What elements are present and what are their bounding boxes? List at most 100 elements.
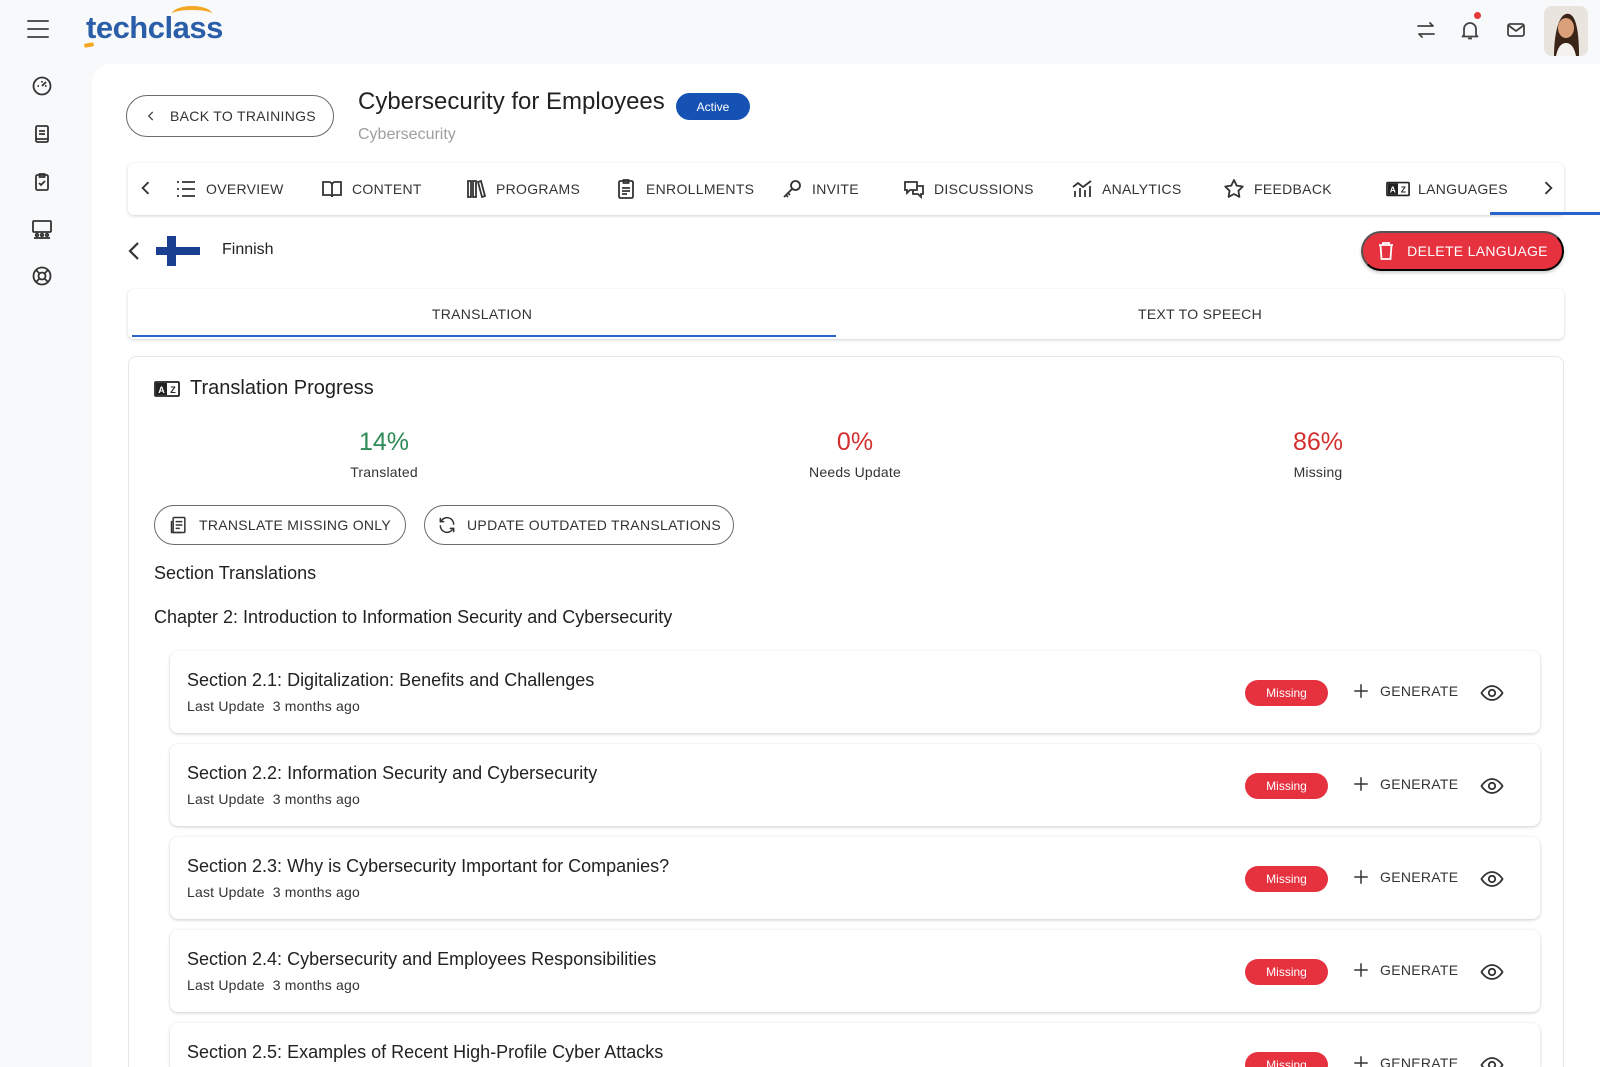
- section-title: Section 2.1: Digitalization: Benefits an…: [187, 670, 595, 690]
- update-outdated-translations-button[interactable]: UPDATE OUTDATED TRANSLATIONS: [424, 505, 734, 545]
- tabs-scroll-right-icon[interactable]: [1538, 178, 1558, 198]
- status-badge: Missing: [1245, 773, 1328, 799]
- logo[interactable]: techclass: [83, 6, 223, 48]
- delete-language-button[interactable]: DELETE LANGUAGE: [1361, 231, 1564, 271]
- tab-text-to-speech[interactable]: TEXT TO SPEECH: [846, 289, 1554, 339]
- generate-button[interactable]: GENERATE: [1352, 677, 1458, 705]
- section-row: Section 2.5: Examples of Recent High-Pro…: [170, 1023, 1540, 1067]
- page-subtitle: Cybersecurity: [358, 126, 456, 143]
- user-avatar-image: [1544, 6, 1588, 56]
- last-update-label: Last Update: [187, 977, 265, 993]
- tab-feedback[interactable]: FEEDBACK: [1222, 163, 1332, 215]
- page-title: Cybersecurity for Employees: [358, 88, 665, 115]
- last-update-value: 3 months ago: [272, 884, 360, 900]
- plus-icon: [1354, 777, 1368, 791]
- generate-button[interactable]: GENERATE: [1352, 956, 1458, 984]
- svg-text:Z: Z: [170, 385, 176, 395]
- notification-dot: [1474, 12, 1481, 19]
- avatar[interactable]: [1544, 6, 1588, 56]
- top-bar: techclass: [0, 0, 1600, 62]
- training-tabs: OVERVIEW CONTENT PROGRAMS ENROLLMENTS IN…: [128, 163, 1600, 215]
- stat-needs-update: 0% Needs Update: [755, 428, 955, 480]
- section-title: Section 2.2: Information Security and Cy…: [187, 763, 598, 783]
- svg-text:A: A: [158, 385, 165, 395]
- back-label: BACK TO TRAININGS: [170, 108, 316, 124]
- book-open-icon: [322, 181, 342, 198]
- tab-invite[interactable]: INVITE: [780, 163, 859, 215]
- language-subtabs: TRANSLATION TEXT TO SPEECH: [128, 289, 1564, 339]
- eye-icon[interactable]: [1480, 960, 1504, 984]
- svg-text:A: A: [1390, 185, 1396, 195]
- support-icon[interactable]: [30, 264, 54, 288]
- active-tab-indicator: [1490, 212, 1600, 215]
- tab-label: ANALYTICS: [1102, 181, 1182, 197]
- stat-label: Needs Update: [809, 464, 901, 480]
- eye-icon[interactable]: [1480, 774, 1504, 798]
- translate-missing-label: TRANSLATE MISSING ONLY: [198, 517, 391, 533]
- logo-dash: [83, 42, 95, 48]
- dashboard-icon[interactable]: [30, 74, 54, 98]
- translation-progress-title: AZ Translation Progress: [154, 377, 374, 400]
- translation-progress-heading: Translation Progress: [190, 377, 374, 399]
- notification-button[interactable]: [1458, 12, 1482, 42]
- chat-icon: [904, 181, 924, 200]
- tabs-scroll-left-icon[interactable]: [136, 178, 156, 198]
- generate-label: GENERATE: [1380, 683, 1459, 699]
- stat-missing: 86% Missing: [1218, 428, 1418, 480]
- generate-label: GENERATE: [1380, 1055, 1459, 1067]
- language-back-icon[interactable]: [125, 239, 143, 263]
- tab-content[interactable]: CONTENT: [320, 163, 422, 215]
- finland-flag-icon: [156, 236, 200, 266]
- section-title: Section 2.4: Cybersecurity and Employees…: [187, 949, 657, 969]
- tab-discussions[interactable]: DISCUSSIONS: [902, 163, 1034, 215]
- stat-label: Translated: [350, 464, 418, 480]
- status-badge: Missing: [1245, 866, 1328, 892]
- tab-label: OVERVIEW: [206, 181, 284, 197]
- generate-label: GENERATE: [1380, 776, 1459, 792]
- tab-label: CONTENT: [352, 181, 422, 197]
- status-badge: Active: [676, 93, 750, 120]
- tab-languages[interactable]: AZ LANGUAGES: [1386, 163, 1508, 215]
- generate-button[interactable]: GENERATE: [1352, 770, 1458, 798]
- generate-label: GENERATE: [1380, 869, 1459, 885]
- translate-missing-only-button[interactable]: TRANSLATE MISSING ONLY: [154, 505, 406, 545]
- section-title: Section 2.5: Examples of Recent High-Pro…: [187, 1042, 664, 1062]
- switch-icon[interactable]: [1414, 18, 1438, 42]
- back-to-trainings-button[interactable]: BACK TO TRAININGS: [126, 95, 334, 137]
- tab-translation[interactable]: TRANSLATION: [128, 289, 836, 339]
- classroom-icon[interactable]: [30, 217, 54, 241]
- clipboard-icon[interactable]: [30, 170, 54, 194]
- generate-button[interactable]: GENERATE: [1352, 863, 1458, 891]
- translate-icon: AZ: [1386, 181, 1410, 197]
- translate-icon: AZ: [154, 380, 180, 397]
- eye-icon[interactable]: [1480, 681, 1504, 705]
- tab-overview[interactable]: OVERVIEW: [174, 163, 284, 215]
- section-row: Section 2.4: Cybersecurity and Employees…: [170, 930, 1540, 1012]
- last-update-label: Last Update: [187, 698, 265, 714]
- section-row: Section 2.3: Why is Cybersecurity Import…: [170, 837, 1540, 919]
- section-row: Section 2.2: Information Security and Cy…: [170, 744, 1540, 826]
- last-update-value: 3 months ago: [272, 977, 360, 993]
- tab-programs[interactable]: PROGRAMS: [464, 163, 580, 215]
- book-icon[interactable]: [30, 122, 54, 146]
- generate-button[interactable]: GENERATE: [1352, 1049, 1458, 1067]
- tab-label: INVITE: [812, 181, 859, 197]
- last-update-label: Last Update: [187, 884, 265, 900]
- eye-icon[interactable]: [1480, 867, 1504, 891]
- document-icon: [170, 516, 186, 534]
- last-update-value: 3 months ago: [272, 791, 360, 807]
- clipboard-list-icon: [618, 179, 634, 199]
- tab-enrollments[interactable]: ENROLLMENTS: [614, 163, 754, 215]
- tab-analytics[interactable]: ANALYTICS: [1070, 163, 1181, 215]
- mail-icon[interactable]: [1504, 18, 1528, 42]
- chart-icon: [1072, 180, 1092, 197]
- eye-icon[interactable]: [1480, 1053, 1504, 1067]
- key-icon: [783, 180, 801, 198]
- stat-value: 0%: [836, 428, 874, 456]
- list-icon: [177, 181, 195, 197]
- menu-icon[interactable]: [27, 20, 49, 38]
- plus-icon: [1354, 684, 1368, 698]
- active-subtab-indicator: [132, 335, 836, 337]
- star-icon: [1224, 179, 1244, 198]
- stat-value: 86%: [1292, 428, 1344, 456]
